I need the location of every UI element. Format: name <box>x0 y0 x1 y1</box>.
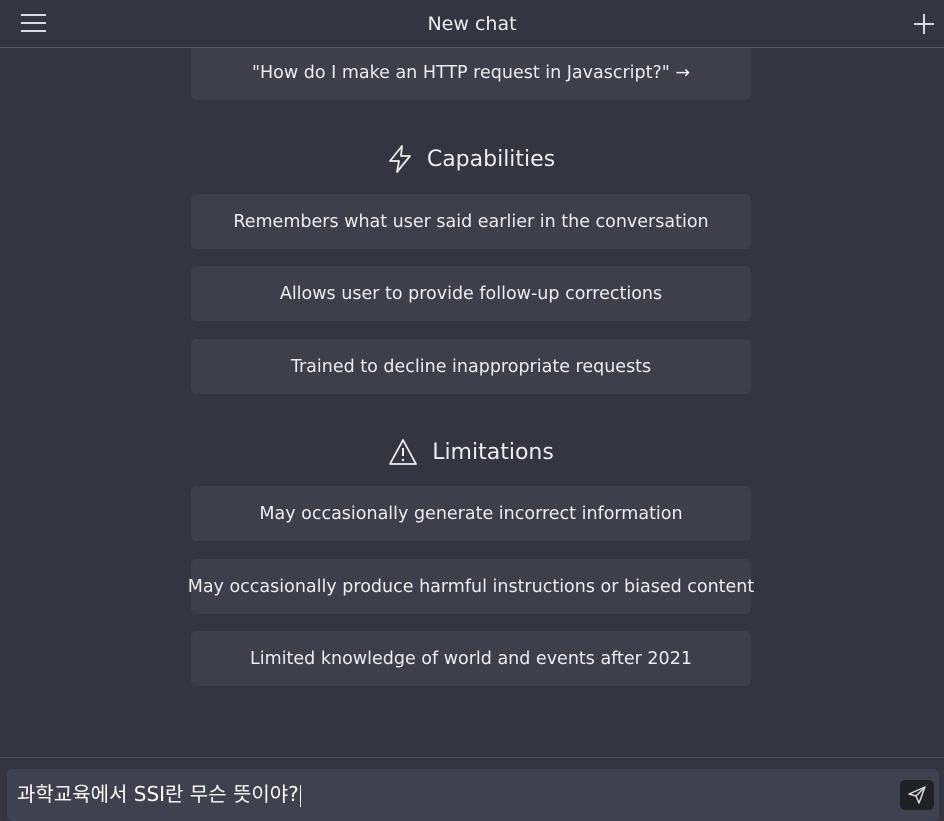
send-button[interactable] <box>900 780 934 810</box>
capability-item: Allows user to provide follow-up correct… <box>191 266 751 321</box>
text-caret <box>299 784 301 807</box>
message-input-value: 과학교육에서 SSI란 무슨 뜻이야? <box>17 782 299 806</box>
composer-area: 과학교육에서 SSI란 무슨 뜻이야? <box>0 757 944 821</box>
page-title: New chat <box>427 13 517 35</box>
message-input-text[interactable]: 과학교육에서 SSI란 무슨 뜻이야? <box>17 781 301 807</box>
limitations-title: Limitations <box>432 439 554 465</box>
capability-item: Trained to decline inappropriate request… <box>191 339 751 394</box>
limitations-heading: Limitations <box>191 435 751 469</box>
message-input[interactable]: 과학교육에서 SSI란 무슨 뜻이야? <box>7 769 939 821</box>
capabilities-heading: Capabilities <box>191 142 751 176</box>
lightning-bolt-icon <box>388 145 411 173</box>
capabilities-title: Capabilities <box>426 146 556 172</box>
warning-triangle-icon <box>389 439 418 465</box>
capability-item: Remembers what user said earlier in the … <box>191 194 751 249</box>
plus-icon[interactable] <box>912 12 936 36</box>
main-content: "How do I make an HTTP request in Javasc… <box>0 48 944 757</box>
example-prompt-button[interactable]: "How do I make an HTTP request in Javasc… <box>191 48 751 100</box>
limitation-item: Limited knowledge of world and events af… <box>191 631 751 686</box>
limitation-item: May occasionally produce harmful instruc… <box>188 559 754 614</box>
limitation-item: May occasionally generate incorrect info… <box>191 486 751 541</box>
paper-plane-send-icon <box>908 786 926 804</box>
top-bar: New chat <box>0 0 944 48</box>
